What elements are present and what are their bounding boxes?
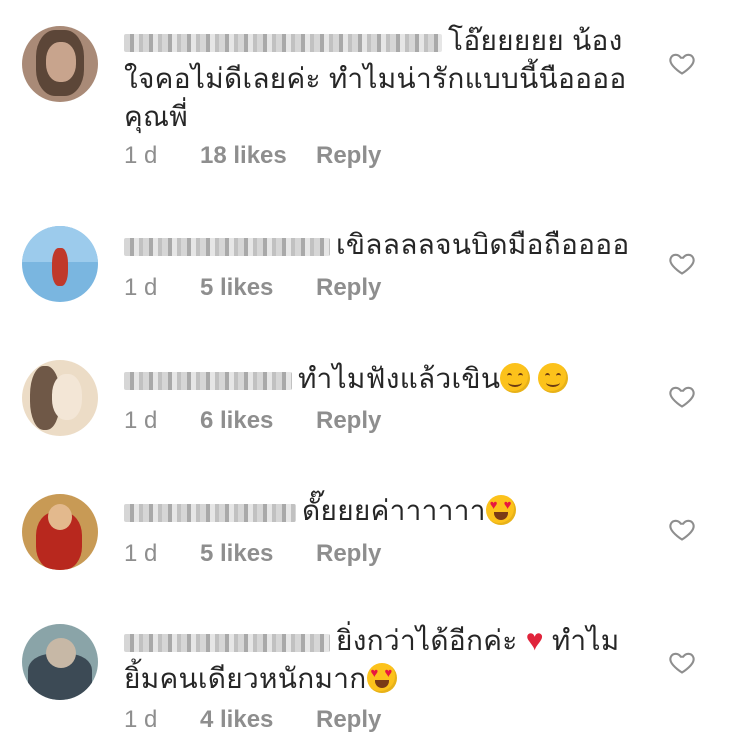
smiling-face-emoji xyxy=(500,363,531,393)
avatar[interactable] xyxy=(22,26,98,102)
reply-button[interactable]: Reply xyxy=(316,274,381,302)
heart-eyes-emoji xyxy=(366,663,397,693)
comment-line: คุณพี่ xyxy=(124,101,189,132)
reply-button[interactable]: Reply xyxy=(316,407,381,435)
likes-count[interactable]: 18 likes xyxy=(200,142,316,170)
comment-line: ใจคอไม่ดีเลยค่ะ ทำไมน่ารักแบบนี้นืออออ xyxy=(124,63,627,94)
avatar[interactable] xyxy=(22,494,98,570)
heart-outline-icon[interactable] xyxy=(668,648,696,676)
comment-text: เขิลลลลจนบิดมือถืออออ xyxy=(124,226,660,264)
likes-count[interactable]: 6 likes xyxy=(200,407,316,435)
red-heart-emoji: ♥ xyxy=(525,624,544,657)
username-blurred[interactable] xyxy=(124,33,442,52)
smiling-face-emoji xyxy=(538,363,569,393)
reply-button[interactable]: Reply xyxy=(316,142,381,170)
likes-count[interactable]: 4 likes xyxy=(200,706,316,734)
heart-outline-icon[interactable] xyxy=(668,382,696,410)
heart-outline-icon[interactable] xyxy=(668,515,696,543)
comment-line: ยิ่งกว่าได้อีกค่ะ xyxy=(336,625,518,656)
avatar[interactable] xyxy=(22,226,98,302)
comment-meta: 1 d 5 likes Reply xyxy=(124,540,381,568)
avatar[interactable] xyxy=(22,360,98,436)
likes-count[interactable]: 5 likes xyxy=(200,540,316,568)
comment-line: ทำไม xyxy=(551,625,620,656)
comment-time: 1 d xyxy=(124,142,158,169)
likes-count[interactable]: 5 likes xyxy=(200,274,316,302)
avatar[interactable] xyxy=(22,624,98,700)
comment-time: 1 d xyxy=(124,274,158,301)
username-blurred[interactable] xyxy=(124,237,330,256)
comment-line: ดั๊ยยยค่าาาาาา xyxy=(302,495,486,526)
comment-line: ยิ้มคนเดียวหนักมาก xyxy=(124,663,367,694)
comment-text: โอ๊ยยยยย น้อง ใจคอไม่ดีเลยค่ะ ทำไมน่ารัก… xyxy=(124,22,660,136)
comment-time: 1 d xyxy=(124,706,158,733)
username-blurred[interactable] xyxy=(124,503,296,522)
comment-line: โอ๊ยยยยย น้อง xyxy=(448,25,623,56)
comment-text: ทำไมฟังแล้วเขิน xyxy=(124,360,660,398)
heart-outline-icon[interactable] xyxy=(668,49,696,77)
comment-meta: 1 d 5 likes Reply xyxy=(124,274,381,302)
comment-text: ดั๊ยยยค่าาาาาา xyxy=(124,492,660,530)
username-blurred[interactable] xyxy=(124,371,292,390)
heart-eyes-emoji xyxy=(485,495,516,525)
comment-meta: 1 d 18 likes Reply xyxy=(124,142,381,170)
reply-button[interactable]: Reply xyxy=(316,540,381,568)
comment-time: 1 d xyxy=(124,540,158,567)
username-blurred[interactable] xyxy=(124,633,330,652)
comment-line: เขิลลลลจนบิดมือถืออออ xyxy=(336,229,630,260)
comment-meta: 1 d 4 likes Reply xyxy=(124,706,381,734)
comment-line: ทำไมฟังแล้วเขิน xyxy=(298,363,501,394)
reply-button[interactable]: Reply xyxy=(316,706,381,734)
comment-meta: 1 d 6 likes Reply xyxy=(124,407,381,435)
comment-time: 1 d xyxy=(124,407,158,434)
heart-outline-icon[interactable] xyxy=(668,249,696,277)
comment-text: ยิ่งกว่าได้อีกค่ะ ♥ ทำไม ยิ้มคนเดียวหนัก… xyxy=(124,622,660,698)
